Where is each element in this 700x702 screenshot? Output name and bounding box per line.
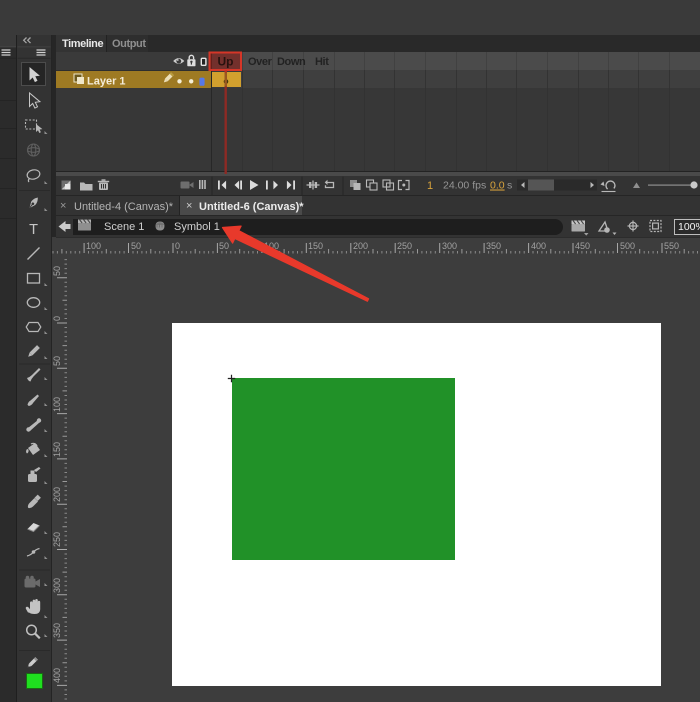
svg-text:Up: Up [218,55,234,69]
